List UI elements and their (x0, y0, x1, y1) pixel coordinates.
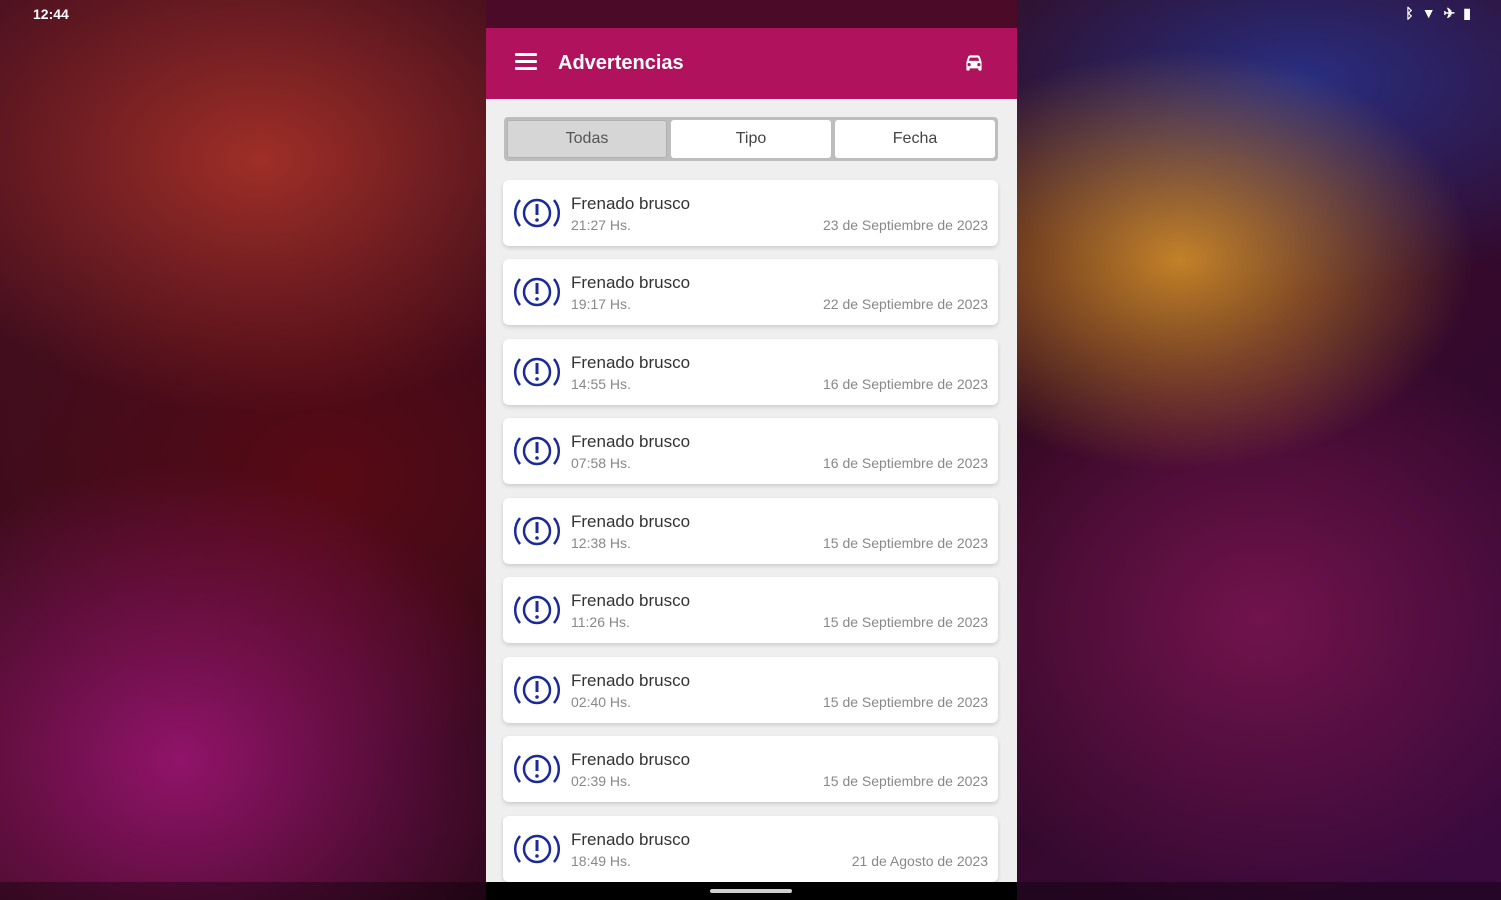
status-icons: ᛒ ▼ ✈ ▮ (1405, 5, 1471, 22)
warning-time: 21:27 Hs. (571, 217, 631, 233)
warning-title: Frenado brusco (571, 830, 691, 849)
warning-title: Frenado brusco (571, 353, 691, 372)
clock: 12:44 (33, 6, 69, 22)
warning-time: 19:17 Hs. (571, 296, 631, 312)
filter-date-button[interactable]: Fecha (835, 120, 995, 158)
warning-title: Frenado brusco (571, 273, 691, 292)
navigation-bar (486, 882, 1017, 900)
warning-title: Frenado brusco (571, 432, 691, 451)
brake-warning-icon (513, 834, 561, 864)
brake-warning-icon (513, 198, 561, 228)
brake-warning-icon (513, 277, 561, 307)
warning-date: 22 de Septiembre de 2023 (822, 296, 988, 312)
warning-title: Frenado brusco (571, 194, 691, 213)
list-item[interactable]: Frenado brusco 11:26 Hs. 15 de Septiembr… (503, 577, 998, 643)
warning-date: 15 de Septiembre de 2023 (822, 694, 988, 710)
warning-time: 02:39 Hs. (571, 773, 631, 789)
filter-segmented-control: Todas Tipo Fecha (504, 117, 998, 161)
airplane-icon: ✈ (1443, 5, 1456, 21)
warning-title: Frenado brusco (571, 671, 691, 690)
warning-time: 07:58 Hs. (571, 455, 631, 471)
warning-date: 15 de Septiembre de 2023 (822, 535, 988, 551)
warning-date: 23 de Septiembre de 2023 (822, 217, 988, 233)
warning-date: 16 de Septiembre de 2023 (822, 455, 988, 471)
list-item[interactable]: Frenado brusco 02:39 Hs. 15 de Septiembr… (503, 736, 998, 802)
bluetooth-icon: ᛒ (1405, 5, 1414, 21)
warning-title: Frenado brusco (571, 512, 691, 531)
warning-time: 11:26 Hs. (571, 614, 630, 630)
warning-time: 14:55 Hs. (571, 376, 631, 392)
brake-warning-icon (513, 357, 561, 387)
warning-date: 15 de Septiembre de 2023 (822, 614, 988, 630)
brake-warning-icon (513, 595, 561, 625)
brake-warning-icon (513, 516, 561, 546)
list-item[interactable]: Frenado brusco 12:38 Hs. 15 de Septiembr… (503, 498, 998, 564)
app-window: Advertencias Todas Tipo Fecha Frenado br… (486, 0, 1017, 900)
brake-warning-icon (513, 675, 561, 705)
app-status-area (486, 0, 1017, 28)
warning-date: 16 de Septiembre de 2023 (822, 376, 988, 392)
home-gesture-handle[interactable] (710, 889, 792, 893)
warning-date: 21 de Agosto de 2023 (851, 853, 988, 869)
brake-warning-icon (513, 754, 561, 784)
brake-warning-icon (513, 436, 561, 466)
filter-all-button[interactable]: Todas (507, 120, 667, 158)
list-item[interactable]: Frenado brusco 07:58 Hs. 16 de Septiembr… (503, 418, 998, 484)
list-item[interactable]: Frenado brusco 19:17 Hs. 22 de Septiembr… (503, 259, 998, 325)
battery-icon: ▮ (1463, 5, 1471, 21)
filter-type-button[interactable]: Tipo (671, 120, 831, 158)
app-bar: Advertencias (486, 28, 1017, 99)
list-item[interactable]: Frenado brusco 21:27 Hs. 23 de Septiembr… (503, 180, 998, 246)
list-item[interactable]: Frenado brusco 02:40 Hs. 15 de Septiembr… (503, 657, 998, 723)
warning-time: 12:38 Hs. (571, 535, 631, 551)
warning-time: 18:49 Hs. (571, 853, 631, 869)
page-title: Advertencias (558, 52, 684, 74)
warning-date: 15 de Septiembre de 2023 (822, 773, 988, 789)
warning-time: 02:40 Hs. (571, 694, 631, 710)
warning-title: Frenado brusco (571, 591, 691, 610)
list-item[interactable]: Frenado brusco 14:55 Hs. 16 de Septiembr… (503, 339, 998, 405)
list-item[interactable]: Frenado brusco 18:49 Hs. 21 de Agosto de… (503, 816, 998, 882)
warning-title: Frenado brusco (571, 750, 691, 769)
wifi-icon: ▼ (1421, 5, 1436, 21)
menu-icon[interactable] (515, 53, 537, 71)
car-icon[interactable] (961, 50, 987, 76)
